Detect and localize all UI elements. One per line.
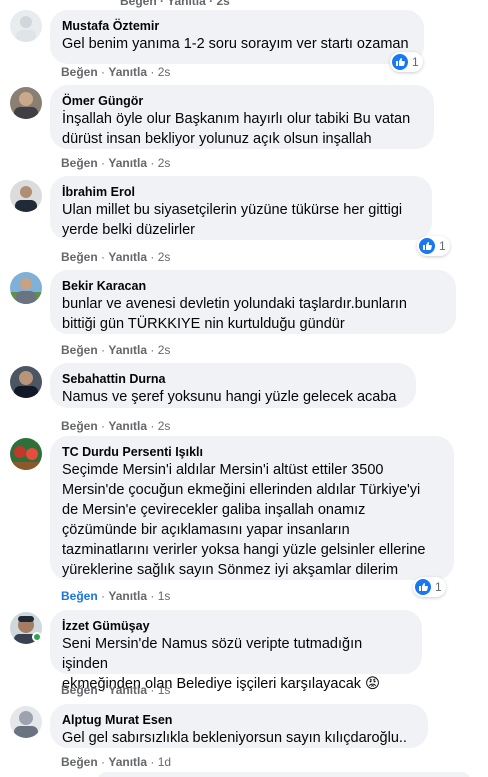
comment-time[interactable]: 2s bbox=[158, 250, 171, 264]
comment-actions: Beğen · Yanıtla · 2s bbox=[61, 419, 171, 433]
comment-author[interactable]: TC Durdu Persenti Işıklı bbox=[62, 444, 442, 460]
avatar[interactable] bbox=[10, 366, 42, 398]
reply-button[interactable]: Yanıtla bbox=[108, 250, 147, 264]
comment-bubble: İbrahim Erol Ulan millet bu siyasetçiler… bbox=[50, 176, 432, 240]
comment-text: Namus ve şeref yoksunu hangi yüzle gelec… bbox=[62, 389, 397, 405]
comment-actions: Beğen · Yanıtla · 2s bbox=[61, 343, 171, 357]
like-button[interactable]: Beğen bbox=[61, 419, 98, 433]
comment-actions: Beğen · Yanıtla · 2s bbox=[61, 65, 171, 79]
comment-time[interactable]: 1s bbox=[158, 589, 171, 603]
like-button[interactable]: Beğen bbox=[61, 343, 98, 357]
thumbs-up-icon bbox=[415, 579, 431, 595]
comment-time[interactable]: 2s bbox=[158, 65, 171, 79]
reply-button[interactable]: Yanıtla bbox=[108, 156, 147, 170]
reaction-count[interactable]: 1 bbox=[390, 52, 423, 72]
avatar[interactable] bbox=[10, 438, 42, 470]
avatar[interactable] bbox=[10, 180, 42, 212]
comment-author[interactable]: Bekir Karacan bbox=[62, 278, 444, 294]
like-button[interactable]: Beğen bbox=[61, 755, 98, 769]
comment-author[interactable]: Ömer Güngör bbox=[62, 93, 422, 109]
reply-button[interactable]: Yanıtla bbox=[108, 755, 147, 769]
comment-author[interactable]: Alptug Murat Esen bbox=[62, 712, 416, 728]
comment-text-line: Ulan millet bu siyasetçilerin yüzüne tük… bbox=[62, 202, 403, 218]
thumbs-up-icon bbox=[419, 238, 435, 254]
previous-comment-actions: Beğen · Yanıtla · 2s bbox=[120, 0, 230, 8]
comment-text-line: tazminatlarını verirler yoksa hangi yüzl… bbox=[62, 542, 426, 558]
comment-text-line: İnşallah öyle olur Başkanım hayırlı olur… bbox=[62, 111, 411, 127]
comment-actions: Beğen · Yanıtla · 2s bbox=[61, 250, 171, 264]
next-comment-bubble bbox=[97, 772, 471, 777]
like-button[interactable]: Beğen bbox=[61, 65, 98, 79]
comment-author[interactable]: Mustafa Öztemir bbox=[62, 18, 412, 34]
comment-bubble: Bekir Karacan bunlar ve avenesi devletin… bbox=[50, 270, 456, 334]
comment-actions: Beğen · Yanıtla · 1d bbox=[61, 755, 172, 769]
comment-text-line: Mersin'de çocuğun ekmeğini ellerinden al… bbox=[62, 482, 421, 498]
comment-text-line: bittiği gün TÜRKKIYE nin kurtulduğu günd… bbox=[62, 316, 345, 332]
avatar[interactable] bbox=[10, 706, 42, 738]
comment-text: Gel benim yanıma 1-2 soru sorayım ver st… bbox=[62, 36, 409, 52]
comment-text-line: dürüst insan bekliyor yolunuz açık olsun… bbox=[62, 131, 372, 147]
comment-time[interactable]: 2s bbox=[158, 156, 171, 170]
avatar[interactable] bbox=[10, 87, 42, 119]
comment-bubble: Sebahattin Durna Namus ve şeref yoksunu … bbox=[50, 363, 416, 408]
comment-time[interactable]: 2s bbox=[158, 343, 171, 357]
comment-text-line: Seçimde Mersin'i aldılar Mersin'i altüst… bbox=[62, 462, 384, 478]
avatar[interactable] bbox=[10, 272, 42, 304]
comment-text-line: de Mersin'e çevirecekler galiba inşallah… bbox=[62, 502, 366, 518]
comment-text-line: bunlar ve avenesi devletin yolundaki taş… bbox=[62, 296, 407, 312]
online-status-icon bbox=[32, 632, 42, 642]
comment-time[interactable]: 1d bbox=[158, 755, 171, 769]
comment-time[interactable]: 1s bbox=[158, 683, 171, 697]
comment-bubble: Alptug Murat Esen Gel gel sabırsızlıkla … bbox=[50, 704, 428, 748]
reply-button[interactable]: Yanıtla bbox=[108, 419, 147, 433]
comment-time[interactable]: 2s bbox=[158, 419, 171, 433]
reply-button[interactable]: Yanıtla bbox=[108, 683, 147, 697]
comment-author[interactable]: İzzet Gümüşay bbox=[62, 618, 410, 634]
avatar[interactable] bbox=[10, 10, 42, 42]
reply-button[interactable]: Yanıtla bbox=[108, 343, 147, 357]
like-button[interactable]: Beğen bbox=[61, 156, 98, 170]
like-button[interactable]: Beğen bbox=[61, 683, 98, 697]
comment-author[interactable]: Sebahattin Durna bbox=[62, 371, 404, 387]
comment-bubble: Mustafa Öztemir Gel benim yanıma 1-2 sor… bbox=[50, 10, 424, 64]
comment-bubble: İzzet Gümüşay Seni Mersin'de Namus sözü … bbox=[50, 610, 422, 692]
comment-author[interactable]: İbrahim Erol bbox=[62, 184, 420, 200]
reaction-count[interactable]: 1 bbox=[417, 236, 450, 256]
reply-button[interactable]: Yanıtla bbox=[108, 65, 147, 79]
comment-bubble: Ömer Güngör İnşallah öyle olur Başkanım … bbox=[50, 85, 434, 149]
comment-bubble: TC Durdu Persenti Işıklı Seçimde Mersin'… bbox=[50, 436, 454, 580]
reaction-count[interactable]: 1 bbox=[413, 577, 446, 597]
comment-actions: Beğen · Yanıtla · 2s bbox=[61, 156, 171, 170]
comment-text-line: çözümünde bir açıklamasını yapar insanla… bbox=[62, 522, 350, 538]
comment-text: Gel gel sabırsızlıkla bekleniyorsun sayı… bbox=[62, 730, 407, 746]
like-button-active[interactable]: Beğen bbox=[61, 589, 98, 603]
like-button[interactable]: Beğen bbox=[61, 250, 98, 264]
comment-text-line: Seni Mersin'de Namus sözü veripte tutmad… bbox=[62, 636, 363, 672]
comment-text-line: yüreklerine sağlık sayın Sönmez iyi akşa… bbox=[62, 562, 399, 578]
comment-text-line: yerde belki düzelirler bbox=[62, 222, 195, 238]
thumbs-up-icon bbox=[392, 54, 408, 70]
reply-button[interactable]: Yanıtla bbox=[108, 589, 147, 603]
comment-actions: Beğen · Yanıtla · 1s bbox=[61, 683, 171, 697]
comment-actions: Beğen · Yanıtla · 1s bbox=[61, 589, 171, 603]
